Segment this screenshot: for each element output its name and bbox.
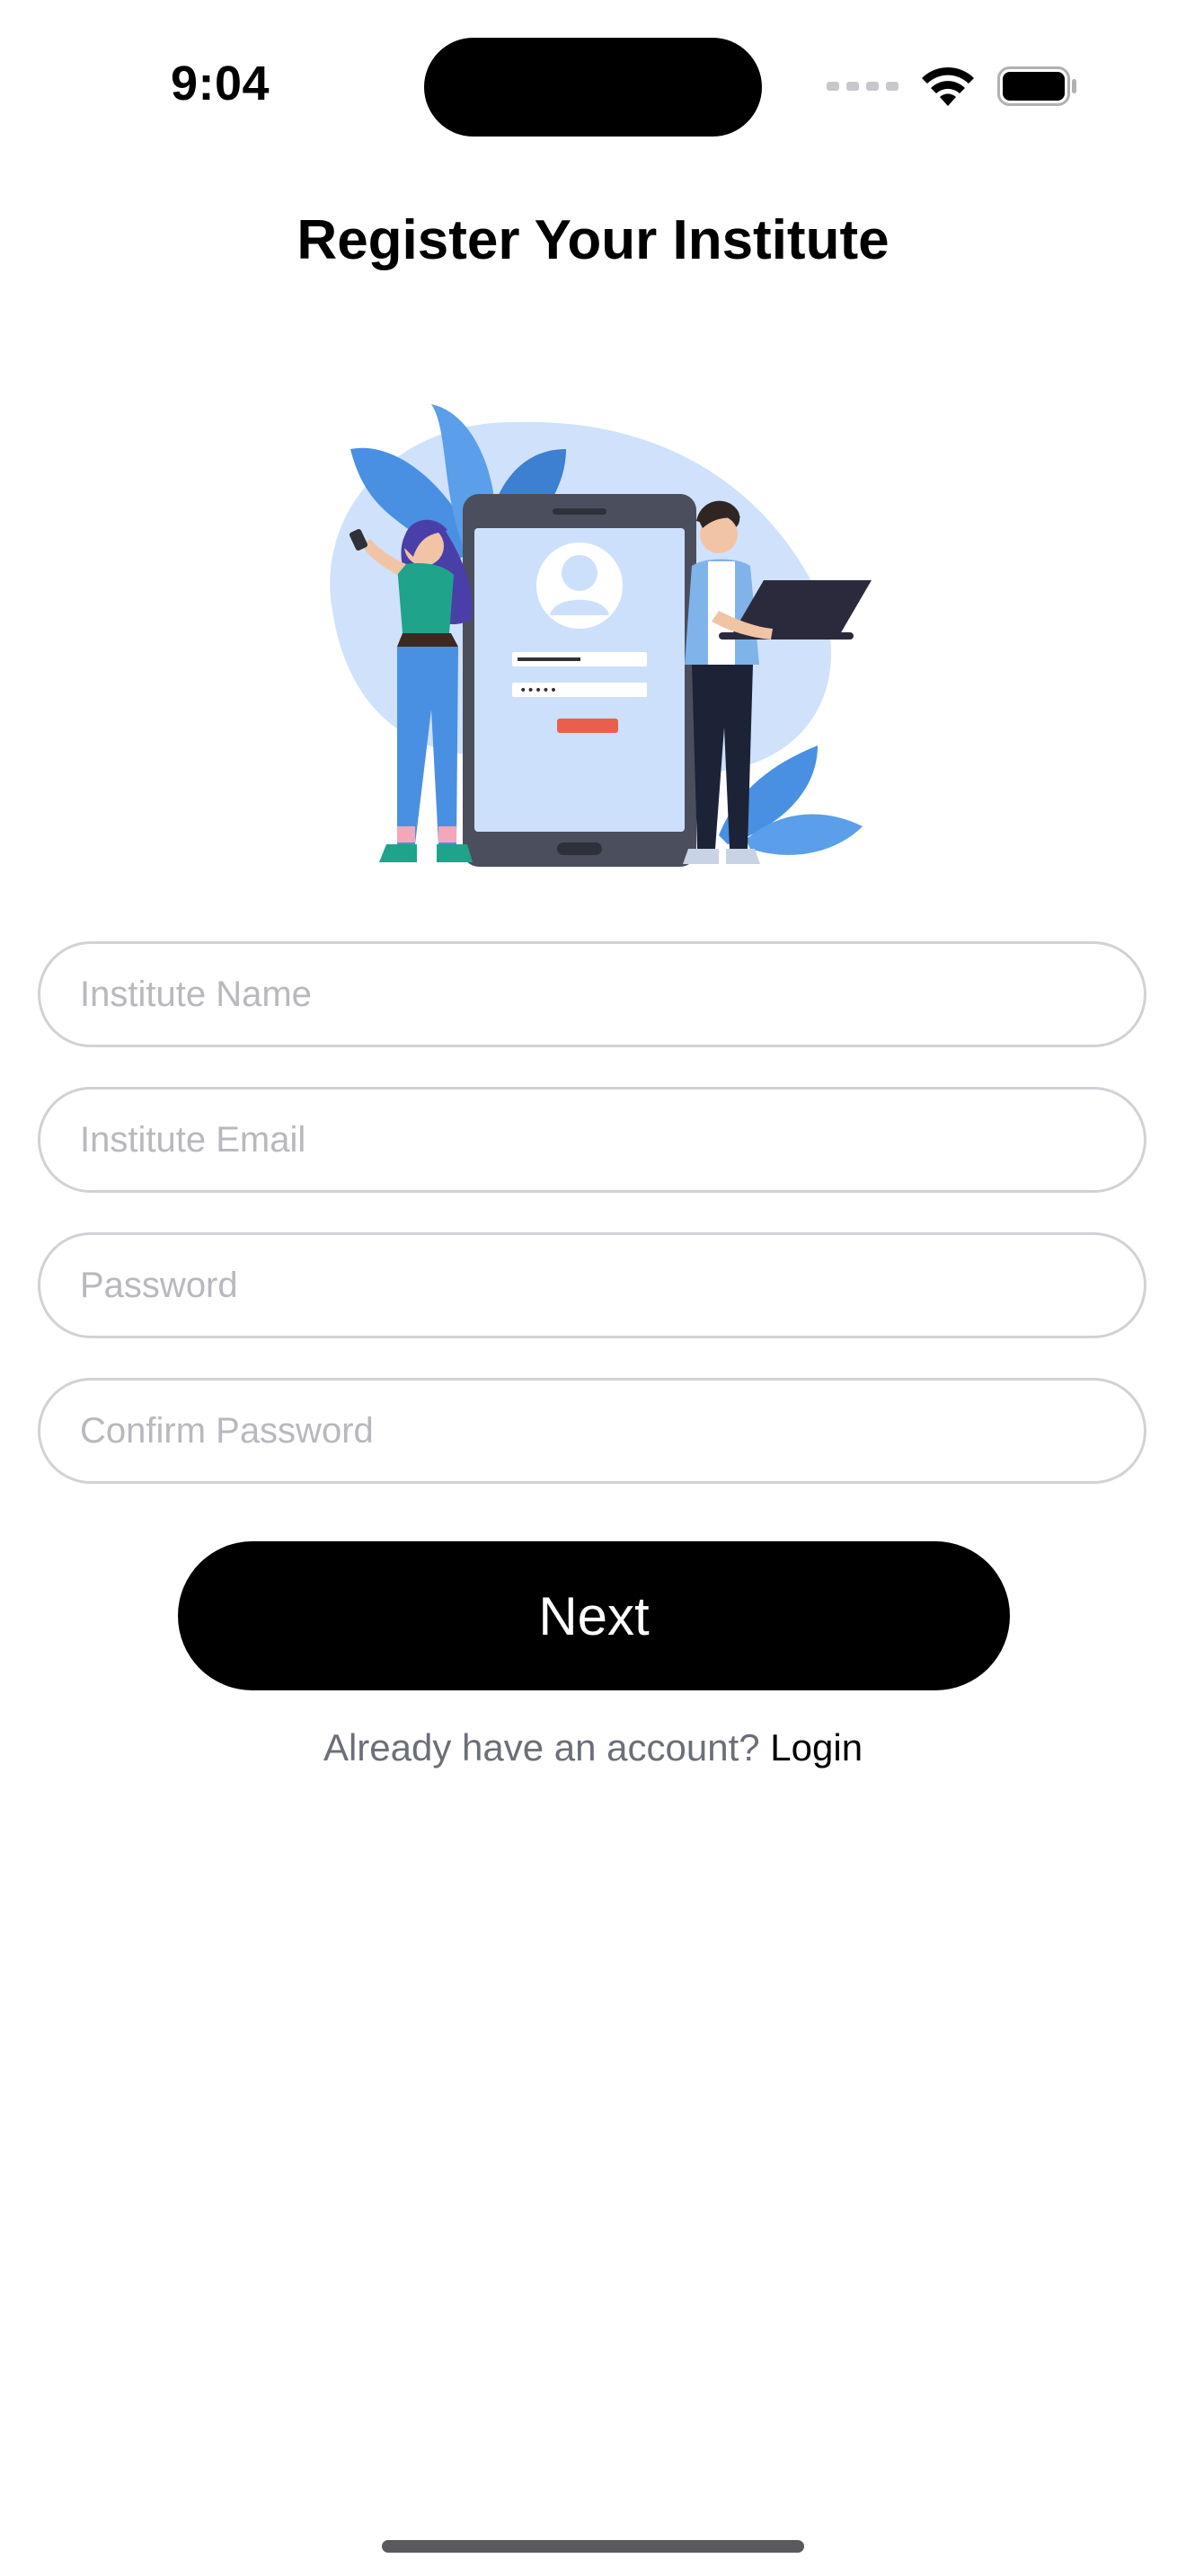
registration-illustration: ••••• [330, 404, 872, 867]
login-row: Already have an account? Login [0, 1726, 1186, 1769]
status-time: 9:04 [171, 57, 270, 110]
cellular-signal-icon [827, 82, 898, 91]
home-indicator[interactable] [382, 2540, 804, 2553]
password-field[interactable] [38, 1232, 1146, 1338]
institute-email-field[interactable] [38, 1087, 1146, 1193]
next-button[interactable]: Next [178, 1541, 1010, 1690]
page-title: Register Your Institute [296, 209, 890, 271]
dynamic-island [424, 38, 762, 137]
password-input[interactable] [40, 1235, 1144, 1336]
institute-email-input[interactable] [40, 1090, 1144, 1190]
status-icons [827, 65, 1078, 108]
battery-icon [997, 66, 1076, 106]
institute-name-input[interactable] [40, 944, 1144, 1045]
confirm-password-field[interactable] [38, 1378, 1146, 1484]
svg-text:•••••: ••••• [519, 684, 557, 698]
login-link[interactable]: Login [770, 1726, 863, 1769]
wifi-icon [922, 66, 974, 106]
institute-name-field[interactable] [38, 941, 1146, 1047]
confirm-password-input[interactable] [40, 1381, 1144, 1481]
register-screen: 9:04 Register Your Institute ••••• Insti… [0, 0, 1186, 2576]
login-prompt: Already have an account? [323, 1726, 760, 1769]
